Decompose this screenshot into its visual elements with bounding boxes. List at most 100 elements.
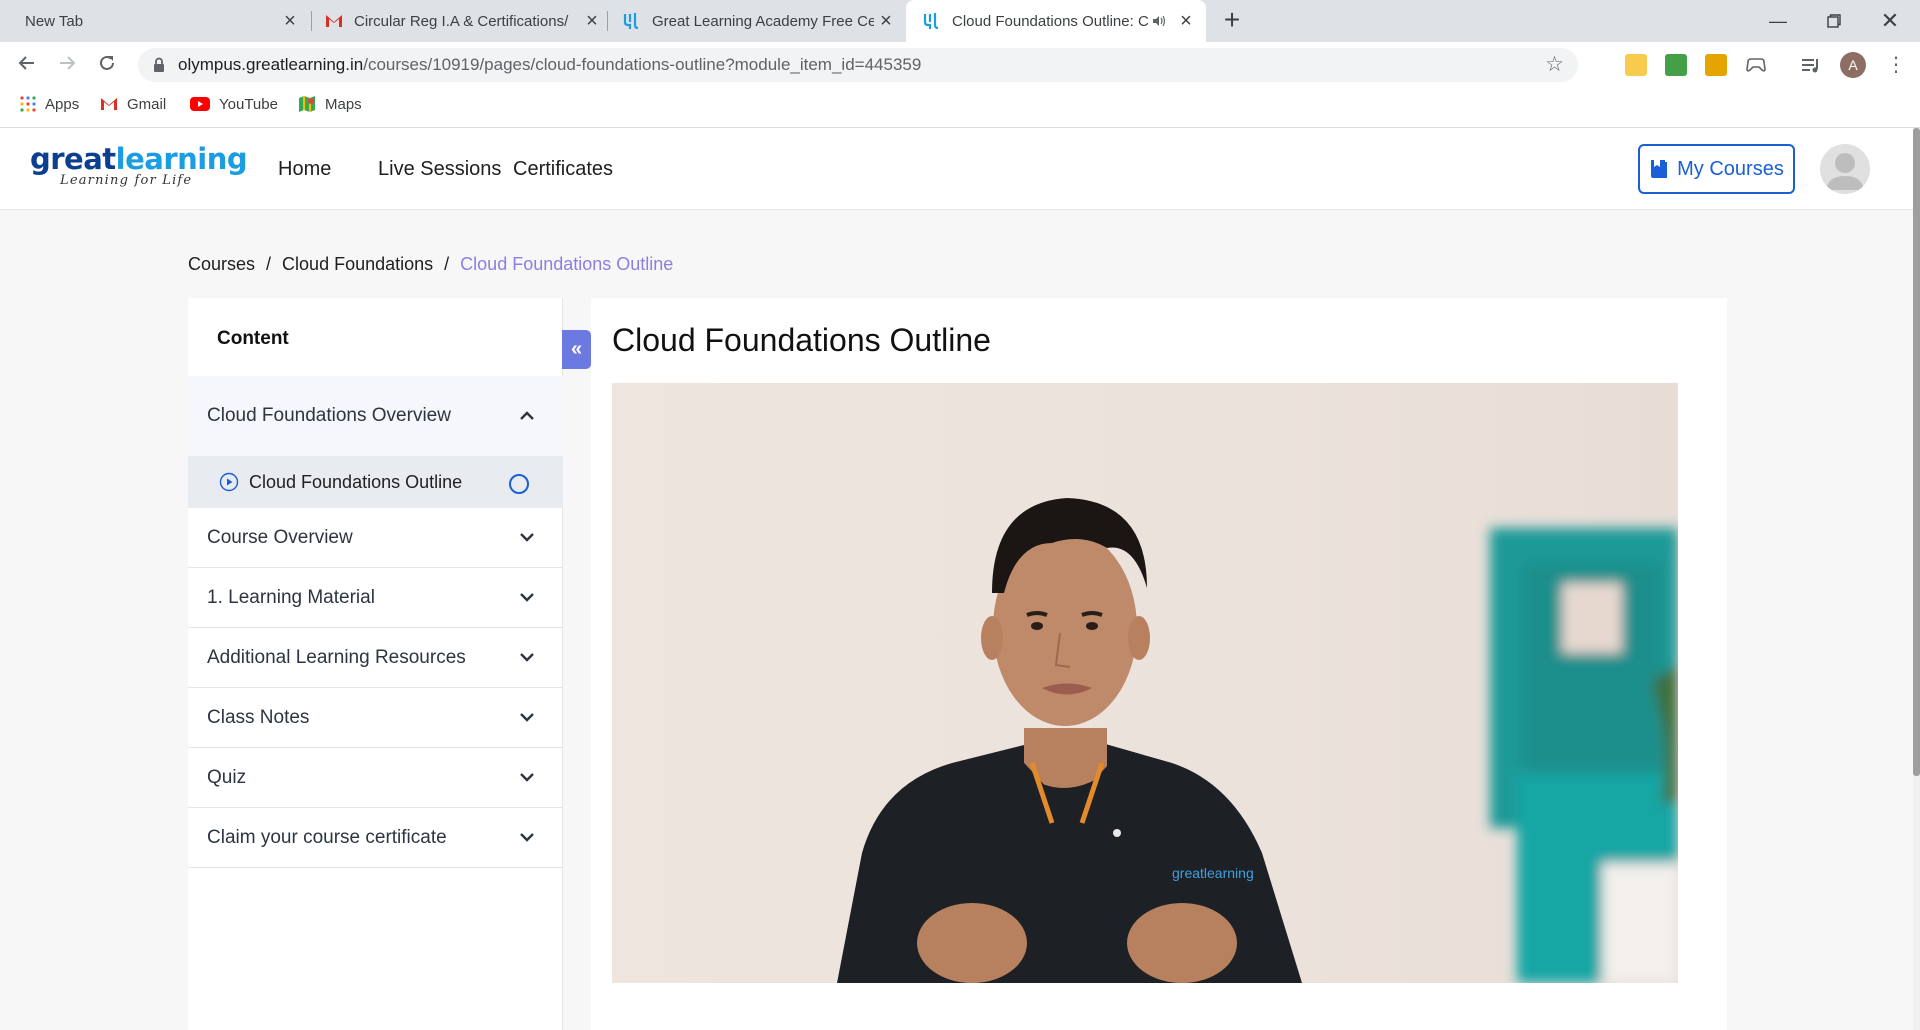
user-avatar[interactable] (1820, 144, 1870, 194)
new-tab-button[interactable]: + (1220, 6, 1244, 34)
section-additional-learning-resources[interactable]: Additional Learning Resources (188, 628, 563, 688)
video-player[interactable]: greatlearning (612, 383, 1678, 983)
bookmark-star-icon[interactable]: ☆ (1545, 54, 1564, 76)
section-label: Cloud Foundations Overview (207, 405, 451, 426)
close-icon[interactable]: × (280, 11, 300, 31)
tab-title: Great Learning Academy Free Ce (652, 12, 874, 30)
profile-avatar[interactable]: A (1840, 52, 1866, 78)
section-class-notes[interactable]: Class Notes (188, 688, 563, 748)
apps-grid-icon (20, 96, 36, 112)
speaker-icon[interactable] (1152, 14, 1166, 28)
collapse-sidebar-button[interactable]: « (562, 330, 591, 369)
back-button[interactable] (12, 50, 42, 80)
reload-button[interactable] (92, 50, 122, 80)
video-frame: greatlearning (612, 383, 1678, 983)
great-learning-icon (623, 13, 639, 30)
section-cloud-foundations-overview[interactable]: Cloud Foundations Overview (188, 376, 563, 456)
address-bar[interactable]: olympus.greatlearning.in/courses/10919/p… (138, 48, 1578, 82)
section-label: Course Overview (207, 526, 353, 548)
url-host: olympus.greatlearning.in (178, 55, 364, 74)
breadcrumb-separator: / (444, 254, 450, 274)
extension-notes-icon[interactable] (1625, 54, 1647, 76)
chevron-down-icon (520, 833, 534, 842)
tab-title: Cloud Foundations Outline: C (952, 12, 1148, 30)
chevron-down-icon (520, 533, 534, 542)
book-icon (1651, 160, 1668, 178)
browser-toolbar: olympus.greatlearning.in/courses/10919/p… (0, 42, 1920, 88)
section-label: Additional Learning Resources (207, 646, 466, 668)
gmail-icon (326, 15, 342, 27)
section-claim-certificate[interactable]: Claim your course certificate (188, 808, 563, 868)
bookmark-label: Gmail (127, 95, 167, 113)
close-icon[interactable]: × (876, 11, 896, 31)
lesson-label: Cloud Foundations Outline (249, 471, 463, 492)
browser-tab-new-tab[interactable]: New Tab × (10, 0, 310, 42)
section-label: 1. Learning Material (207, 586, 375, 608)
close-icon[interactable]: × (1176, 11, 1196, 31)
browser-tab-great-learning-academy[interactable]: Great Learning Academy Free Ce × (608, 0, 906, 42)
great-learning-icon (923, 13, 939, 30)
chevron-up-icon (520, 411, 534, 420)
page-title: Cloud Foundations Outline (612, 322, 991, 358)
bookmark-maps[interactable]: Maps (298, 88, 362, 120)
forward-button[interactable] (52, 50, 82, 80)
bookmark-apps[interactable]: Apps (20, 88, 79, 120)
bookmarks-bar: Apps Gmail YouTube Maps (0, 88, 1920, 128)
restore-icon (1827, 14, 1841, 28)
course-content-sidebar: Content Cloud Foundations Overview Cloud… (188, 298, 563, 1030)
breadcrumb-cloud-foundations[interactable]: Cloud Foundations (282, 254, 433, 274)
lesson-cloud-foundations-outline[interactable]: Cloud Foundations Outline (188, 456, 563, 508)
my-courses-label: My Courses (1677, 157, 1784, 180)
logo-wordmark: greatlearning (30, 142, 248, 176)
lock-icon[interactable] (152, 57, 166, 73)
sidebar-heading: Content (217, 328, 289, 349)
breadcrumb-courses[interactable]: Courses (188, 254, 255, 274)
bookmark-label: Apps (45, 95, 80, 113)
section-label: Class Notes (207, 706, 310, 728)
completion-status-icon (509, 474, 529, 494)
nav-certificates[interactable]: Certificates (513, 158, 613, 181)
close-icon[interactable]: × (582, 11, 602, 31)
bookmark-gmail[interactable]: Gmail (100, 88, 166, 120)
nav-live-sessions[interactable]: Live Sessions (378, 158, 501, 181)
section-course-overview[interactable]: Course Overview (188, 508, 563, 568)
section-label: Claim your course certificate (207, 826, 447, 848)
extension-chart-icon[interactable] (1665, 54, 1687, 76)
close-window-button[interactable]: ✕ (1870, 6, 1910, 36)
breadcrumb-separator: / (266, 254, 272, 274)
chevron-down-icon (520, 593, 534, 602)
bookmark-youtube[interactable]: YouTube (190, 88, 278, 120)
reload-icon (100, 55, 114, 70)
url-path: /courses/10919/pages/cloud-foundations-o… (363, 55, 922, 74)
browser-tab-gmail[interactable]: Circular Reg I.A & Certifications/ × (312, 0, 612, 42)
my-courses-button[interactable]: My Courses (1638, 144, 1795, 194)
extension-download-icon[interactable] (1705, 54, 1727, 76)
chevron-down-icon (520, 713, 534, 722)
tab-title: Circular Reg I.A & Certifications/ (354, 12, 569, 30)
url-text[interactable]: olympus.greatlearning.in/courses/10919/p… (178, 48, 921, 82)
browser-tab-cloud-foundations-outline[interactable]: Cloud Foundations Outline: C × (906, 0, 1206, 42)
bookmark-label: Maps (325, 95, 362, 113)
section-learning-material[interactable]: 1. Learning Material (188, 568, 563, 628)
nav-home[interactable]: Home (278, 158, 331, 181)
breadcrumb-current: Cloud Foundations Outline (460, 254, 674, 274)
great-learning-logo[interactable]: greatlearning Learning for Life (30, 142, 248, 188)
minimize-button[interactable]: — (1758, 6, 1798, 36)
gmail-icon (101, 98, 117, 110)
page-scrollbar[interactable] (1913, 128, 1920, 1030)
site-header: greatlearning Learning for Life Home Liv… (0, 128, 1920, 210)
chevron-down-icon (520, 773, 534, 782)
logo-tagline: Learning for Life (60, 173, 193, 188)
chevron-down-icon (520, 653, 534, 662)
media-queue-icon[interactable] (1800, 54, 1822, 76)
scrollbar-thumb[interactable] (1913, 128, 1920, 776)
maps-icon (299, 96, 315, 112)
section-label: Quiz (207, 766, 247, 788)
gamepad-icon[interactable] (1745, 54, 1767, 76)
bookmark-label: YouTube (219, 95, 278, 113)
browser-tab-strip: New Tab × Circular Reg I.A & Certificati… (0, 0, 1920, 42)
shirt-logo-text: greatlearning (1172, 865, 1254, 881)
browser-menu-icon[interactable]: ⋮ (1886, 50, 1906, 80)
section-quiz[interactable]: Quiz (188, 748, 563, 808)
restore-button[interactable] (1814, 6, 1854, 36)
